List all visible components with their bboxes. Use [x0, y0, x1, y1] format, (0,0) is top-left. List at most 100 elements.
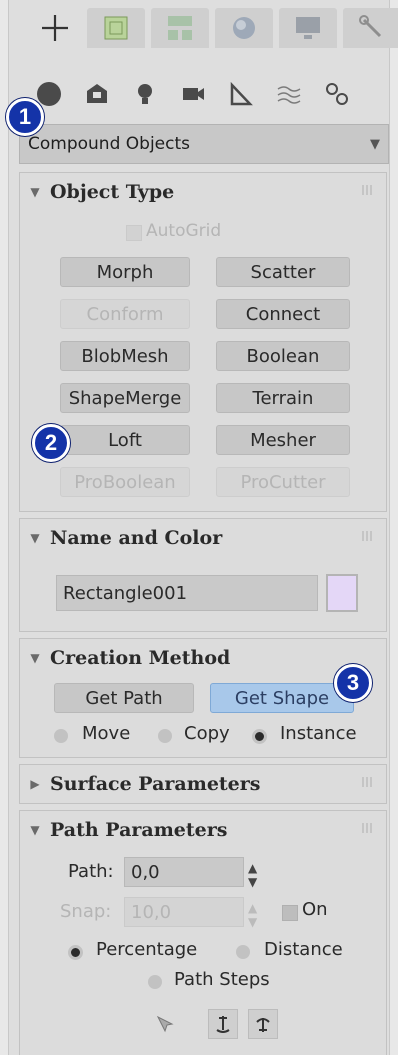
hierarchy-icon — [168, 16, 192, 40]
instance-label: Instance — [280, 723, 357, 744]
instance-radio[interactable] — [252, 729, 267, 744]
display-tab[interactable] — [279, 8, 337, 48]
path-parameters-rollout: ▼ Path Parameters Path: 0,0 ▲ ▼ Snap: 10,… — [19, 810, 387, 1055]
rollout-grip-icon — [362, 185, 372, 195]
callout-badge-2: 2 — [32, 424, 70, 462]
connect-button[interactable]: Connect — [216, 299, 350, 329]
copy-label: Copy — [184, 723, 230, 744]
snap-spinner-field[interactable]: 10,0 — [124, 897, 244, 927]
creation-method-header[interactable]: ▼ Creation Method — [20, 639, 386, 677]
create-tab[interactable] — [29, 8, 81, 48]
get-shape-button[interactable]: Get Shape — [210, 683, 354, 713]
path-label: Path: — [68, 861, 114, 882]
path-steps-radio[interactable] — [148, 975, 162, 989]
category-toolbar — [25, 74, 361, 114]
rollout-grip-icon — [362, 823, 372, 833]
percentage-radio[interactable] — [68, 945, 83, 960]
get-path-button[interactable]: Get Path — [54, 683, 194, 713]
pick-shape-icon — [156, 1015, 174, 1033]
systems-button[interactable] — [313, 74, 361, 114]
snap-on-checkbox[interactable] — [282, 905, 298, 921]
category-dropdown-value: Compound Objects — [28, 134, 190, 154]
distance-label: Distance — [264, 939, 343, 960]
helpers-button[interactable] — [217, 74, 265, 114]
copy-radio[interactable] — [158, 729, 172, 743]
morph-button[interactable]: Morph — [60, 257, 190, 287]
distance-radio[interactable] — [236, 945, 250, 959]
path-parameters-header[interactable]: ▼ Path Parameters — [20, 811, 386, 849]
path-spinner-arrows-icon[interactable]: ▲ ▼ — [248, 861, 257, 889]
snap-label: Snap: — [60, 901, 112, 922]
path-parameters-title: Path Parameters — [50, 819, 228, 841]
motion-tab[interactable] — [215, 8, 273, 48]
lights-button[interactable] — [121, 74, 169, 114]
shape-anchor-flip-icon — [256, 1018, 270, 1032]
surface-parameters-header[interactable]: ▶ Surface Parameters — [20, 765, 386, 803]
expand-triangle-icon: ▶ — [30, 777, 40, 791]
helpers-icon — [230, 81, 253, 106]
scatter-button[interactable]: Scatter — [216, 257, 350, 287]
collapse-triangle-icon: ▼ — [30, 823, 40, 837]
name-color-header[interactable]: ▼ Name and Color — [20, 519, 386, 557]
chevron-down-icon: ▼ — [370, 137, 380, 152]
name-color-rollout: ▼ Name and Color Rectangle001 — [19, 518, 387, 632]
move-label: Move — [82, 723, 131, 744]
spacewarps-button[interactable] — [265, 74, 313, 114]
object-type-rollout: ▼ Object Type AutoGrid Morph Scatter Con… — [19, 172, 387, 512]
hierarchy-tab[interactable] — [151, 8, 209, 48]
creation-method-title: Creation Method — [50, 647, 231, 669]
display-icon — [296, 17, 320, 39]
utilities-tab[interactable] — [343, 8, 398, 48]
cameras-button[interactable] — [169, 74, 217, 114]
object-name-field[interactable]: Rectangle001 — [56, 575, 318, 611]
autogrid-checkbox-label[interactable]: AutoGrid — [146, 221, 221, 241]
blobmesh-button[interactable]: BlobMesh — [60, 341, 190, 371]
procutter-button[interactable]: ProCutter — [216, 467, 350, 497]
creation-method-rollout: ▼ Creation Method Get Path Get Shape Mov… — [19, 638, 387, 758]
systems-icon — [326, 83, 348, 105]
surface-parameters-rollout: ▶ Surface Parameters — [19, 764, 387, 804]
path-steps-label: Path Steps — [174, 969, 270, 990]
surface-parameters-title: Surface Parameters — [50, 773, 261, 795]
shapes-button[interactable] — [73, 74, 121, 114]
cameras-icon — [183, 88, 204, 100]
terrain-button[interactable]: Terrain — [216, 383, 350, 413]
motion-icon — [233, 17, 255, 39]
move-radio[interactable] — [54, 729, 68, 743]
spacewarps-icon — [277, 86, 301, 104]
command-panel: Compound Objects ▼ ▼ Object Type AutoGri… — [8, 0, 398, 1055]
wrench-icon — [359, 15, 382, 38]
proboolean-button[interactable]: ProBoolean — [60, 467, 190, 497]
command-panel-tabs — [29, 8, 398, 48]
object-type-header[interactable]: ▼ Object Type — [20, 173, 386, 211]
shapes-icon — [87, 84, 107, 103]
shape-anchor-icon — [216, 1016, 230, 1033]
modify-icon — [104, 16, 128, 40]
rollout-grip-icon — [362, 777, 372, 787]
collapse-triangle-icon: ▼ — [30, 185, 40, 199]
category-dropdown[interactable]: Compound Objects ▼ — [19, 124, 389, 164]
snap-on-label: On — [302, 899, 328, 920]
rollout-grip-icon — [362, 531, 372, 541]
callout-badge-3: 3 — [334, 664, 372, 702]
loft-button[interactable]: Loft — [60, 425, 190, 455]
callout-badge-1: 1 — [6, 98, 44, 136]
object-type-title: Object Type — [50, 181, 175, 203]
snap-spinner-arrows-icon[interactable]: ▲ ▼ — [248, 901, 257, 929]
modify-tab[interactable] — [87, 8, 145, 48]
object-color-swatch[interactable] — [326, 574, 358, 612]
conform-button[interactable]: Conform — [60, 299, 190, 329]
autogrid-checkbox[interactable] — [126, 225, 142, 241]
pick-shape-button[interactable] — [150, 1009, 180, 1039]
mirror-shape-button[interactable] — [248, 1009, 278, 1039]
plus-icon — [42, 15, 68, 41]
boolean-button[interactable]: Boolean — [216, 341, 350, 371]
reset-shape-button[interactable] — [208, 1009, 238, 1039]
collapse-triangle-icon: ▼ — [30, 651, 40, 665]
lights-icon — [138, 84, 152, 104]
path-spinner-field[interactable]: 0,0 — [124, 857, 244, 887]
percentage-label: Percentage — [96, 939, 198, 960]
shapemerge-button[interactable]: ShapeMerge — [60, 383, 190, 413]
mesher-button[interactable]: Mesher — [216, 425, 350, 455]
collapse-triangle-icon: ▼ — [30, 531, 40, 545]
